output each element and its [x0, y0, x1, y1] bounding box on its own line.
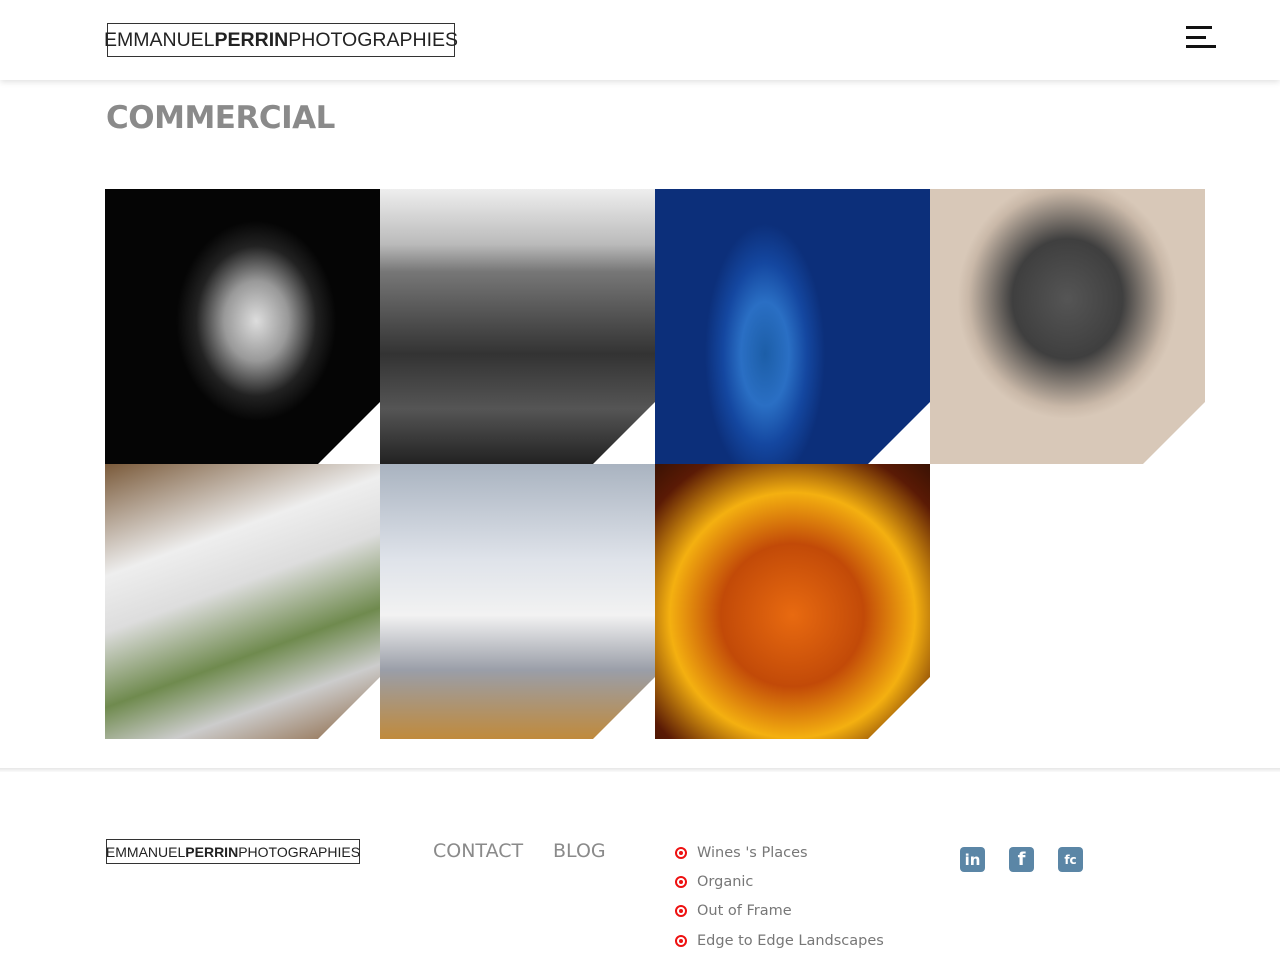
hamburger-icon[interactable]: [1186, 26, 1216, 50]
gallery-item-chef[interactable]: [380, 464, 655, 739]
fotocommunity-icon[interactable]: fc: [1058, 847, 1083, 872]
bullet-icon: [675, 934, 687, 947]
logo-text: PHOTOGRAPHIES: [238, 843, 361, 860]
gallery-item-bottle[interactable]: [655, 189, 930, 464]
nav-blog[interactable]: BLOG: [553, 840, 606, 862]
logo-text: EMMANUEL: [104, 28, 215, 51]
gallery-item-portrait[interactable]: [105, 189, 380, 464]
link-label: Out of Frame: [697, 903, 792, 920]
page-title: COMMERCIAL: [106, 100, 335, 136]
gallery-item-book[interactable]: [105, 464, 380, 739]
bullet-icon: [675, 875, 687, 888]
gallery-item-landscape[interactable]: [380, 189, 655, 464]
bullet-icon: [675, 846, 687, 859]
link-label: Wines 's Places: [697, 844, 808, 861]
footer-links: Wines 's Places Organic Out of Frame Edg…: [675, 838, 884, 955]
nav-contact[interactable]: CONTACT: [433, 840, 523, 862]
link-label: Edge to Edge Landscapes: [697, 932, 884, 949]
divider: [0, 768, 1280, 772]
footer-link[interactable]: Organic: [675, 867, 884, 896]
footer-link[interactable]: Out of Frame: [675, 897, 884, 926]
linkedin-icon[interactable]: in: [960, 847, 985, 872]
logo-text: EMMANUEL: [105, 843, 186, 860]
gallery-item-sculpture[interactable]: [930, 189, 1205, 464]
logo-text-bold: PERRIN: [185, 843, 239, 860]
bullet-icon: [675, 905, 687, 918]
gallery-item-bowl[interactable]: [655, 464, 930, 739]
footer-logo[interactable]: EMMANUEL PERRIN PHOTOGRAPHIES: [106, 839, 360, 864]
logo-text-bold: PERRIN: [214, 28, 289, 51]
footer-link[interactable]: Edge to Edge Landscapes: [675, 926, 884, 955]
header: EMMANUEL PERRIN PHOTOGRAPHIES: [0, 0, 1280, 80]
footer-link[interactable]: Wines 's Places: [675, 838, 884, 867]
facebook-icon[interactable]: f: [1009, 847, 1034, 872]
gallery: [105, 189, 1205, 739]
link-label: Organic: [697, 873, 754, 890]
logo[interactable]: EMMANUEL PERRIN PHOTOGRAPHIES: [104, 23, 458, 57]
logo-text: PHOTOGRAPHIES: [288, 28, 458, 51]
